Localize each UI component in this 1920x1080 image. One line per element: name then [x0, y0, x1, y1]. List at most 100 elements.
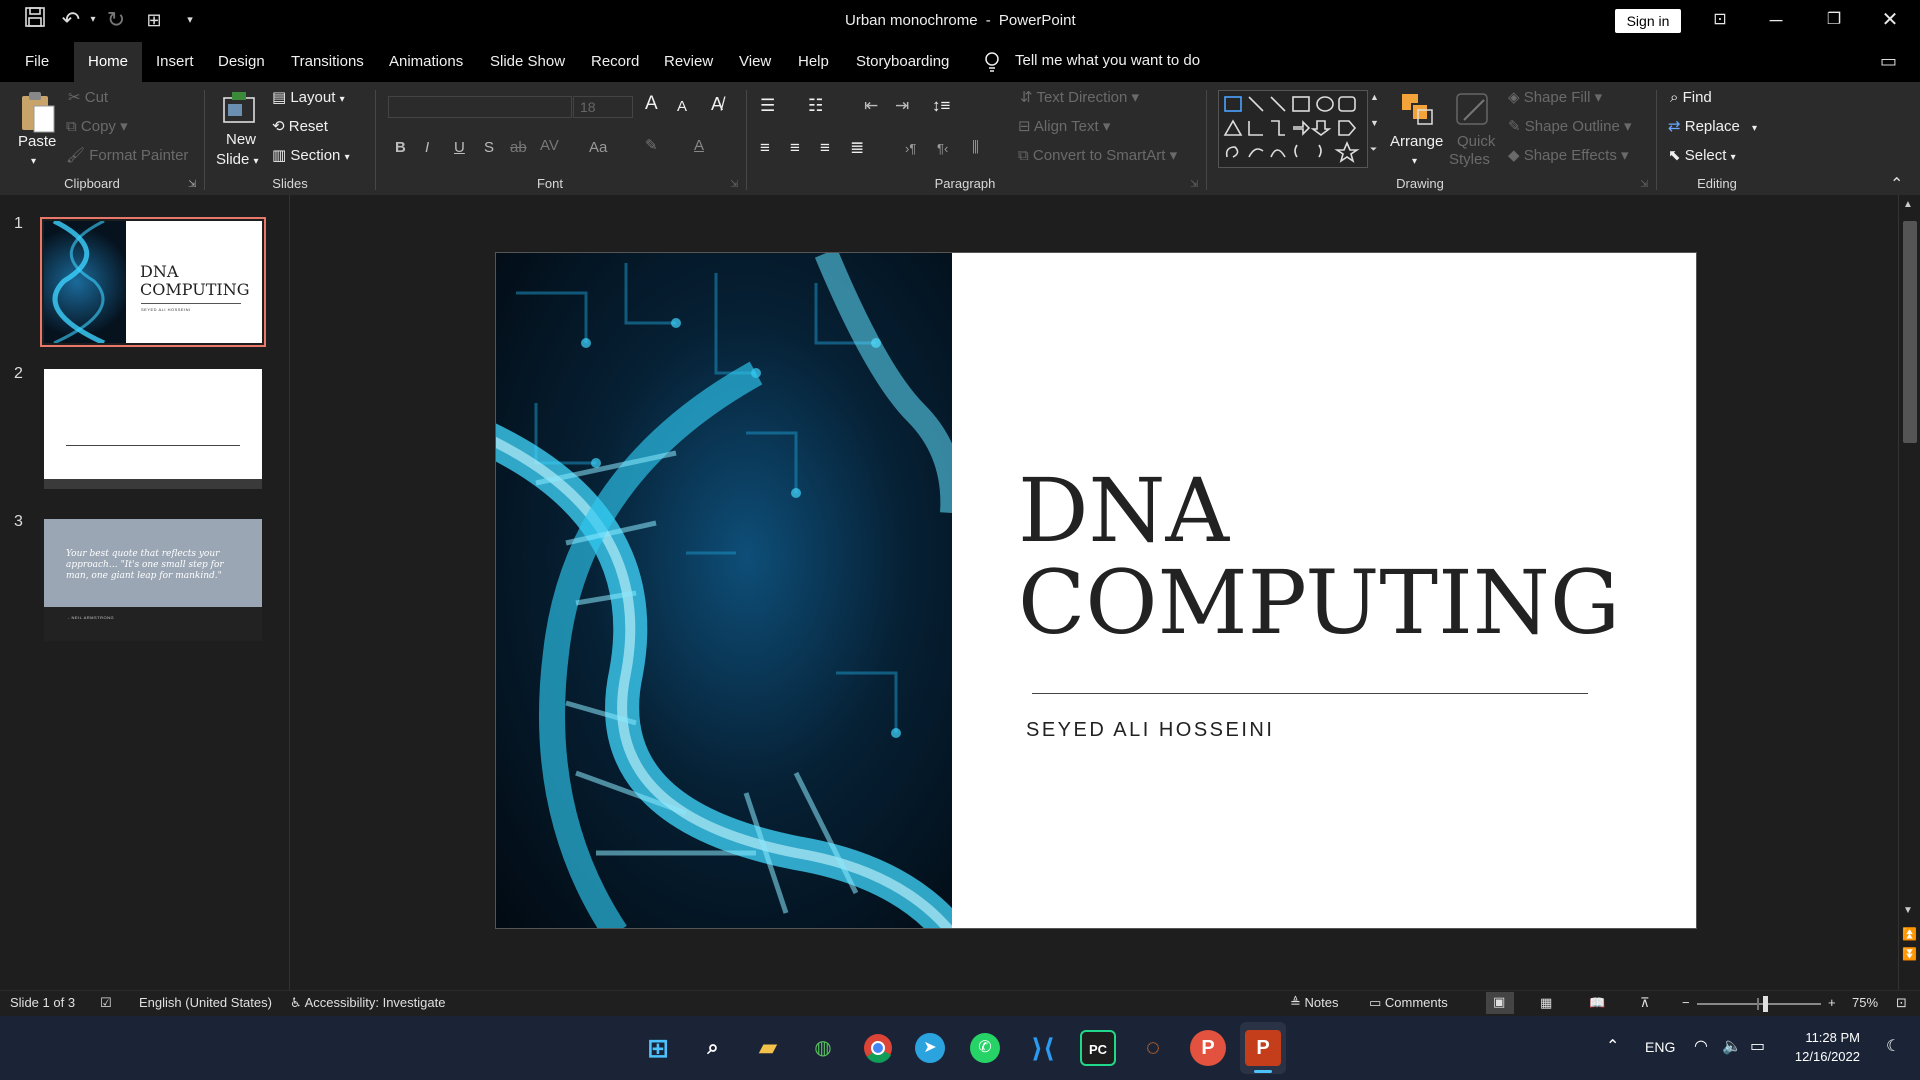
previous-slide-icon[interactable]: ⏫	[1902, 927, 1917, 941]
highlight-icon[interactable]: ✎	[645, 136, 658, 156]
slide-thumbnail-3[interactable]: Your best quote that reflects your appro…	[44, 519, 262, 641]
change-case-button[interactable]: Aa	[589, 138, 607, 158]
redo-icon[interactable]: ↻	[101, 6, 131, 34]
powerpoint-taskbar-active[interactable]: P	[1240, 1022, 1286, 1074]
collapse-ribbon-icon[interactable]: ⌃	[1890, 174, 1903, 194]
tab-review[interactable]: Review	[660, 42, 717, 82]
zoom-out-button[interactable]: −	[1682, 995, 1690, 1010]
copy-button[interactable]: ⧉ Copy ▾	[66, 117, 128, 137]
arrange-icon[interactable]	[1398, 90, 1436, 130]
show-hidden-icons-icon[interactable]: ⌃	[1606, 1036, 1619, 1056]
reading-view-icon[interactable]: 📖	[1589, 995, 1605, 1011]
input-language[interactable]: ENG	[1645, 1039, 1675, 1055]
volume-icon[interactable]: 🔈	[1722, 1036, 1742, 1056]
rtl-icon[interactable]: ¶‹	[937, 139, 948, 159]
notes-button[interactable]: ≜ Notes	[1290, 995, 1338, 1011]
gallery-more-icon[interactable]: ⏷	[1370, 144, 1377, 155]
gallery-up-icon[interactable]: ▲	[1370, 92, 1379, 102]
bold-icon[interactable]: B	[395, 138, 406, 158]
quick-styles-label-1[interactable]: Quick	[1457, 132, 1495, 152]
paragraph-launcher-icon[interactable]: ⇲	[1190, 179, 1198, 190]
language-status[interactable]: English (United States)	[139, 995, 272, 1010]
slide-canvas[interactable]: DNA COMPUTING SEYED ALI HOSSEINI	[495, 252, 1697, 929]
clipboard-launcher-icon[interactable]: ⇲	[188, 179, 196, 190]
underline-icon[interactable]: U	[454, 138, 465, 158]
find-button[interactable]: ⌕ Find	[1670, 88, 1712, 108]
shape-outline-button[interactable]: ✎ Shape Outline ▾	[1508, 117, 1632, 137]
whatsapp-icon[interactable]: ✆	[970, 1033, 1000, 1063]
wps-icon[interactable]: P	[1190, 1030, 1226, 1066]
sign-in-button[interactable]: Sign in	[1615, 9, 1681, 33]
ltr-icon[interactable]: ›¶	[905, 139, 916, 159]
paste-icon[interactable]	[18, 90, 56, 134]
wifi-icon[interactable]: ◠	[1694, 1036, 1708, 1056]
italic-icon[interactable]: I	[425, 138, 429, 158]
align-center-icon[interactable]: ≡	[790, 138, 800, 158]
reset-button[interactable]: ⟲ Reset	[272, 117, 328, 137]
cut-button[interactable]: ✂ Cut	[68, 88, 108, 108]
columns-icon[interactable]: ⫼	[972, 138, 979, 158]
tab-transitions[interactable]: Transitions	[287, 42, 368, 82]
customize-toolbar-icon[interactable]: ▾	[175, 6, 205, 34]
scroll-thumb[interactable]	[1903, 221, 1917, 443]
format-painter-button[interactable]: 🖌 Format Painter	[66, 146, 188, 166]
telegram-icon[interactable]: ➤	[915, 1033, 945, 1063]
comments-button[interactable]: ▭ Comments	[1369, 995, 1448, 1011]
replace-button[interactable]: ⇄ Replace ▾	[1668, 117, 1757, 139]
align-left-icon[interactable]: ≡	[760, 138, 770, 158]
convert-smartart-button[interactable]: ⧉ Convert to SmartArt ▾	[1018, 146, 1177, 166]
scroll-down-icon[interactable]: ▼	[1903, 905, 1913, 916]
scroll-up-icon[interactable]: ▲	[1903, 199, 1913, 210]
font-color-icon[interactable]: A	[694, 136, 704, 156]
text-direction-button[interactable]: ⇵ Text Direction ▾	[1020, 88, 1139, 108]
tab-view[interactable]: View	[735, 42, 775, 82]
vertical-scrollbar[interactable]: ▲ ▼ ⏫ ⏬	[1898, 195, 1920, 990]
slide-thumbnail-1[interactable]: DNA COMPUTING SEYED ALI HOSSEINI	[44, 218, 262, 346]
shapes-gallery[interactable]	[1218, 90, 1368, 168]
arrange-button[interactable]: Arrange	[1390, 132, 1443, 152]
select-button[interactable]: ⬉ Select ▾	[1668, 146, 1736, 168]
numbering-icon[interactable]: ☷	[808, 96, 823, 116]
tab-help[interactable]: Help	[794, 42, 833, 82]
quick-styles-label-2[interactable]: Styles	[1449, 150, 1490, 170]
increase-indent-icon[interactable]: ⇥	[895, 96, 909, 116]
tab-file[interactable]: File	[21, 42, 53, 82]
tab-home[interactable]: Home	[74, 42, 143, 82]
zoom-slider[interactable]	[1697, 996, 1821, 1012]
drawing-launcher-icon[interactable]: ⇲	[1640, 179, 1648, 190]
battery-icon[interactable]: ▭	[1750, 1036, 1765, 1056]
tab-animations[interactable]: Animations	[385, 42, 467, 82]
shadow-icon[interactable]: S	[484, 138, 494, 158]
font-launcher-icon[interactable]: ⇲	[730, 179, 738, 190]
justify-icon[interactable]: ≣	[850, 138, 864, 158]
next-slide-icon[interactable]: ⏬	[1902, 947, 1917, 961]
new-slide-button[interactable]: Slide ▾	[216, 150, 259, 172]
gallery-down-icon[interactable]: ▼	[1370, 118, 1379, 128]
minimize-icon[interactable]: ─	[1748, 0, 1804, 40]
slide-sorter-icon[interactable]: ▦	[1540, 995, 1552, 1011]
comments-icon[interactable]: ▭	[1880, 51, 1897, 72]
windows-start-icon[interactable]: ⊞	[640, 1030, 676, 1066]
slide-title[interactable]: DNA COMPUTING	[1018, 465, 1620, 649]
layout-button[interactable]: ▤ Layout ▾	[272, 88, 345, 110]
zoom-slider-thumb[interactable]	[1763, 996, 1769, 1012]
paste-dropdown-icon[interactable]: ▾	[31, 152, 36, 172]
align-text-button[interactable]: ⊟ Align Text ▾	[1018, 117, 1110, 137]
pycharm-icon[interactable]: PC	[1080, 1030, 1116, 1066]
save-icon[interactable]	[20, 6, 50, 35]
slide-thumbnail-2[interactable]	[44, 369, 262, 489]
jupyter-icon[interactable]: ◌	[1135, 1030, 1171, 1066]
align-right-icon[interactable]: ≡	[820, 138, 830, 158]
shape-fill-button[interactable]: ◈ Shape Fill ▾	[1508, 88, 1602, 108]
decrease-indent-icon[interactable]: ⇤	[864, 96, 878, 116]
present-icon[interactable]: ⊞	[139, 6, 169, 34]
chrome-icon[interactable]	[860, 1030, 896, 1066]
tab-design[interactable]: Design	[214, 42, 269, 82]
tab-record[interactable]: Record	[587, 42, 643, 82]
restore-icon[interactable]: ❐	[1806, 0, 1862, 40]
zoom-level[interactable]: 75%	[1852, 995, 1878, 1010]
vscode-icon[interactable]: ⟩⟨	[1025, 1030, 1061, 1066]
new-slide-icon[interactable]	[220, 90, 258, 128]
quick-styles-icon[interactable]	[1454, 90, 1492, 130]
tell-me-search[interactable]: Tell me what you want to do	[1015, 52, 1200, 69]
